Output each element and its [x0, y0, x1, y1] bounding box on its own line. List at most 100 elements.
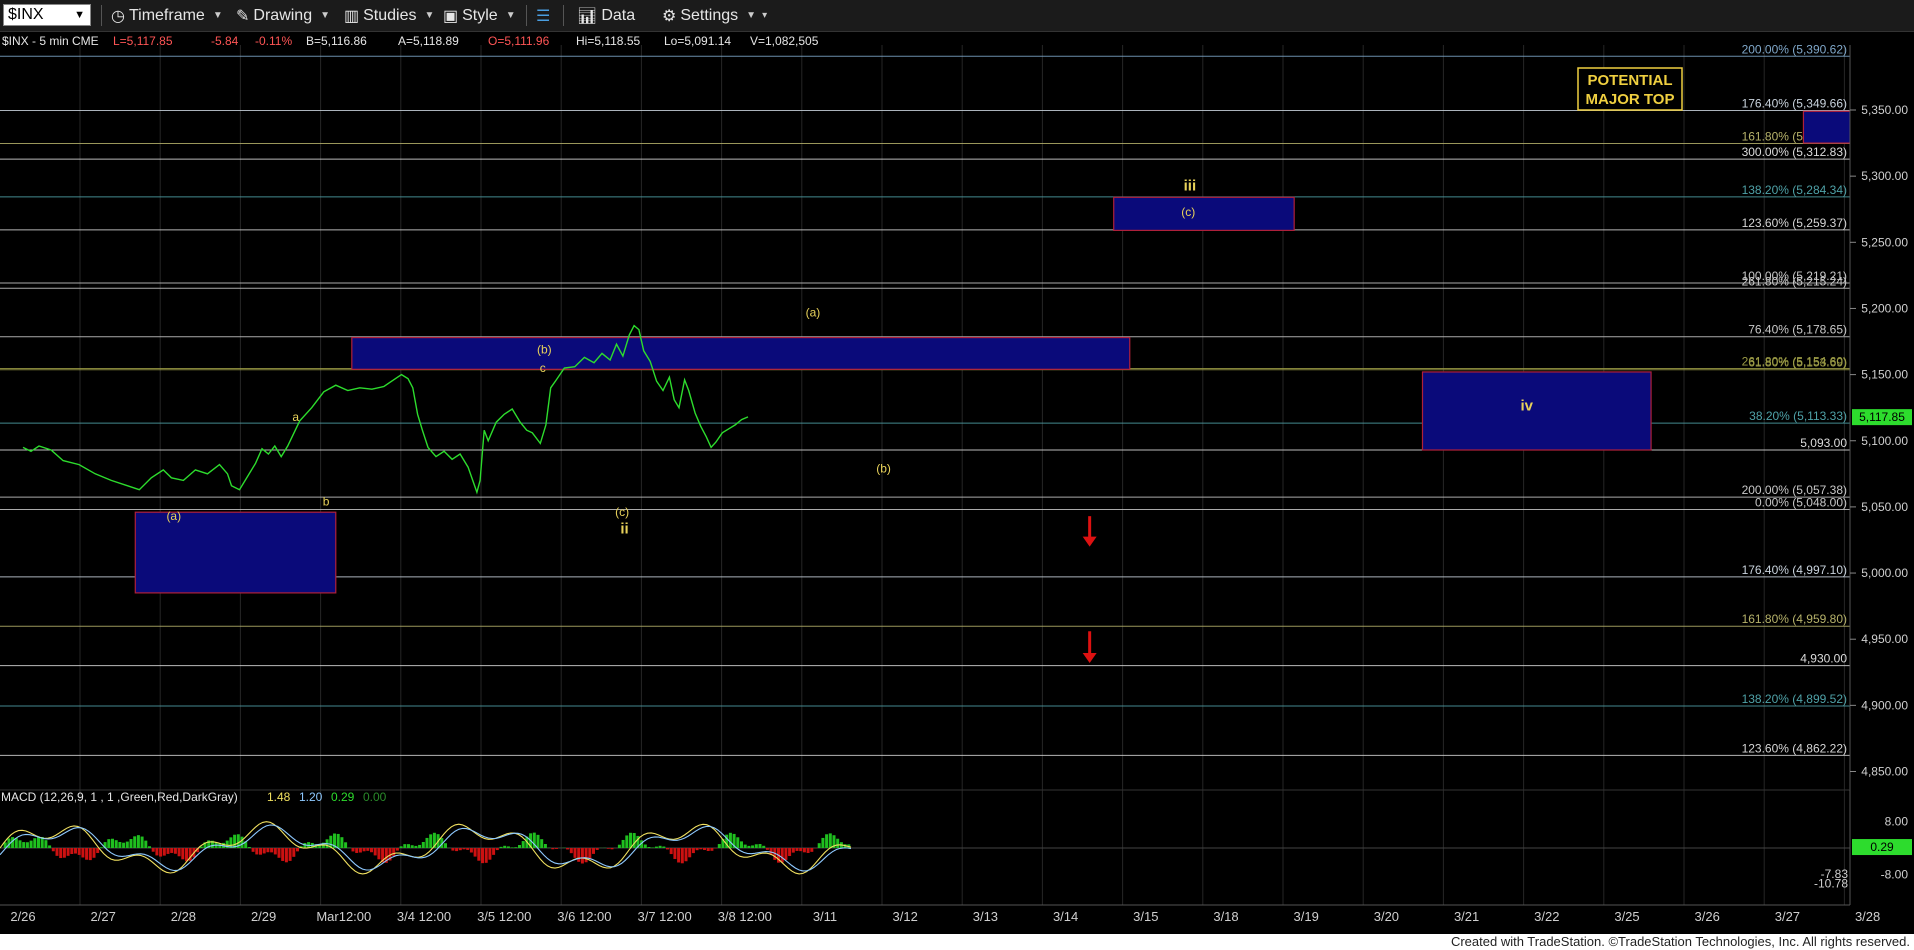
drawing-menu[interactable]: ✎ Drawing ▼ — [236, 5, 330, 26]
macd-histogram-bar — [273, 848, 277, 855]
macd-histogram-bar — [743, 844, 747, 848]
target-zone — [1113, 196, 1295, 231]
macd-histogram-bar — [370, 848, 373, 853]
wave-label: (a) — [806, 305, 821, 319]
chevron-down-icon: ▼ — [424, 10, 435, 21]
time-tick-label: 2/28 — [171, 909, 196, 924]
macd-current-label: 0.29 — [1870, 840, 1894, 854]
macd-histogram-bar — [595, 848, 599, 850]
toolbar-separator — [526, 5, 527, 26]
macd-histogram-bar — [159, 848, 163, 857]
macd-histogram-bar — [255, 848, 259, 855]
footer: Created with TradeStation. ©TradeStation… — [0, 934, 1914, 950]
fib-level-label: 138.20% (5,284.34) — [1742, 183, 1847, 197]
fib-level-label: 176.40% (4,997.10) — [1742, 563, 1847, 577]
macd-histogram-bar — [414, 845, 418, 848]
price-tick-label: 5,300.00 — [1861, 169, 1908, 183]
macd-histogram-bar — [632, 833, 636, 848]
wave-label: ii — [620, 520, 628, 537]
quote-field: L=5,117.85 — [113, 34, 173, 48]
wave-label: (b) — [876, 462, 891, 476]
macd-histogram-bar — [495, 848, 499, 851]
wave-label: a — [292, 410, 299, 424]
macd-histogram-bar — [429, 834, 433, 848]
macd-histogram-bar — [629, 832, 632, 848]
macd-histogram-bar — [699, 848, 703, 850]
macd-histogram-bar — [444, 843, 447, 848]
macd-histogram-bar — [181, 848, 185, 860]
macd-histogram-bar — [55, 848, 59, 856]
macd-histogram-bar — [691, 848, 695, 854]
macd-histogram-bar — [825, 834, 829, 848]
macd-histogram-bar — [166, 848, 170, 854]
time-tick-label: 3/8 12:00 — [718, 909, 772, 924]
quote-field: -5.84 — [211, 34, 239, 48]
macd-histogram-bar — [654, 846, 658, 848]
time-tick-label: 3/26 — [1695, 909, 1720, 924]
macd-histogram-bar — [122, 842, 126, 848]
macd-histogram-bar — [111, 838, 114, 848]
macd-histogram-bar — [765, 848, 769, 850]
chevron-down-icon: ▼ — [320, 10, 330, 21]
chevron-down-icon[interactable]: ▼ — [74, 5, 85, 25]
drawing-label: Drawing — [253, 6, 313, 24]
price-chart[interactable]: 200.00% (5,390.62) 176.40% (5,349.66) 161.… — [0, 0, 1914, 950]
macd-histogram-bar — [503, 845, 507, 848]
layout-icon[interactable]: ☰ — [536, 5, 550, 26]
fib-level-label: 123.60% (5,259.37) — [1742, 216, 1847, 230]
macd-low-label: -10.78 — [1814, 877, 1848, 891]
price-tick-label: 5,200.00 — [1861, 301, 1908, 315]
data-menu[interactable]: 📊︎ Data — [577, 5, 635, 26]
macd-histogram-bar — [473, 848, 477, 857]
time-tick-label: 3/4 12:00 — [397, 909, 451, 924]
macd-histogram-bar — [425, 837, 429, 848]
quote-field: A=5,118.89 — [398, 34, 459, 48]
macd-histogram-bar — [118, 841, 122, 848]
target-zone — [1421, 371, 1652, 451]
chevron-down-icon: ▼ — [746, 10, 757, 21]
macd-title: MACD (12,26,9, 1 , 1 ,Green,Red,DarkGray… — [1, 790, 238, 804]
macd-histogram-bar — [77, 848, 81, 855]
timeframe-menu[interactable]: ◷ Timeframe ▼ — [111, 5, 223, 26]
macd-histogram-bar — [740, 841, 743, 848]
macd-histogram-bar — [455, 848, 459, 852]
macd-histogram-bar — [247, 847, 251, 848]
time-tick-label: 3/12 — [893, 909, 918, 924]
macd-histogram-bar — [148, 846, 151, 848]
time-tick-label: 3/25 — [1614, 909, 1639, 924]
macd-histogram-bar — [292, 848, 296, 857]
fib-level-label: 61.80% (5,153.69) — [1748, 356, 1847, 370]
price-tick-label: 5,350.00 — [1861, 103, 1908, 117]
quote-field: $INX - 5 min CME — [2, 34, 99, 48]
macd-histogram-bar — [74, 848, 77, 854]
time-tick-label: 3/5 12:00 — [477, 909, 531, 924]
settings-menu[interactable]: ⚙ Settings ▼ ▾ — [662, 5, 767, 26]
studies-menu[interactable]: ▥ Studies ▼ — [344, 5, 434, 26]
macd-histogram-bar — [288, 848, 292, 861]
symbol-box[interactable]: $INX ▼ — [3, 4, 91, 26]
macd-histogram-bar — [569, 848, 573, 854]
macd-histogram-bar — [536, 834, 540, 848]
macd-histogram-bar — [625, 835, 629, 848]
macd-histogram-bar — [662, 846, 666, 848]
macd-histogram-bar — [788, 848, 792, 857]
time-tick-label: Mar12:00 — [316, 909, 371, 924]
macd-value: 1.20 — [299, 790, 323, 804]
macd-histogram-bar — [592, 848, 595, 854]
macd-histogram-bar — [377, 848, 381, 860]
macd-histogram-bar — [170, 848, 174, 853]
macd-histogram-bar — [669, 848, 673, 855]
macd-histogram-bar — [22, 842, 26, 848]
fib-level-label: 4,930.00 — [1800, 652, 1847, 666]
macd-histogram-bar — [410, 845, 414, 848]
macd-histogram-bar — [566, 848, 570, 850]
time-tick-label: 2/26 — [10, 909, 35, 924]
macd-histogram-bar — [717, 844, 721, 848]
macd-histogram-bar — [499, 846, 503, 848]
fib-level-label: 0.00% (5,048.00) — [1755, 496, 1847, 510]
macd-histogram-bar — [81, 848, 85, 858]
style-menu[interactable]: ▣ Style ▼ — [443, 5, 516, 26]
chevron-down-icon: ▾ — [762, 10, 768, 21]
target-zone — [134, 511, 337, 594]
macd-histogram-bar — [407, 844, 410, 848]
